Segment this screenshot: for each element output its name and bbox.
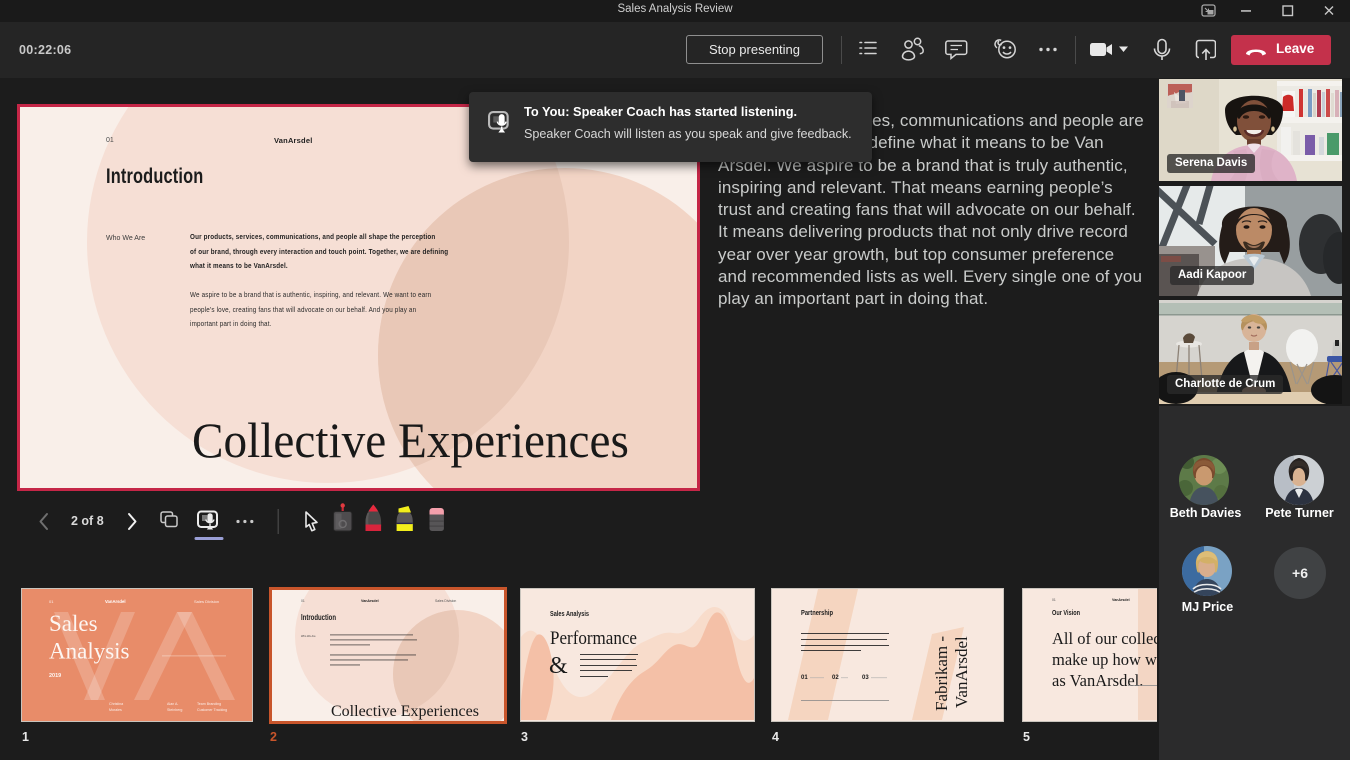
svg-text:Morales: Morales: [109, 708, 122, 712]
svg-text:Christina: Christina: [109, 702, 123, 706]
svg-text:Analysis: Analysis: [49, 639, 130, 664]
svg-text:+6: +6: [1292, 565, 1308, 581]
svg-text:Our Vision: Our Vision: [1052, 608, 1080, 617]
svg-text:Sales Analysis: Sales Analysis: [550, 609, 589, 618]
svg-text:Alan A.: Alan A.: [167, 702, 178, 706]
svg-text:03: 03: [862, 675, 869, 681]
svg-text:as VanArsdel.: as VanArsdel.: [1052, 671, 1143, 690]
svg-text:Sales: Sales: [49, 611, 98, 636]
svg-text:Collective Experiences: Collective Experiences: [331, 703, 479, 720]
svg-text:Performance: Performance: [550, 629, 637, 649]
svg-text:&: &: [549, 653, 568, 679]
svg-text:Sales Division: Sales Division: [435, 599, 456, 603]
svg-text:VanArsdel: VanArsdel: [105, 599, 125, 604]
svg-text:01: 01: [49, 599, 54, 604]
svg-text:02: 02: [832, 675, 839, 681]
svg-text:VanArsdel: VanArsdel: [361, 599, 379, 603]
svg-text:Partnership: Partnership: [801, 608, 833, 617]
svg-text:01: 01: [801, 675, 808, 681]
svg-text:Steinberg: Steinberg: [167, 708, 182, 712]
svg-text:VanArsdel: VanArsdel: [1112, 598, 1130, 602]
svg-text:VanArsdel: VanArsdel: [952, 636, 971, 708]
svg-text:Fabrikam -: Fabrikam -: [932, 636, 951, 711]
svg-text:Sales Division: Sales Division: [194, 599, 219, 604]
svg-text:Team Branding: Team Branding: [197, 702, 221, 706]
svg-text:01: 01: [301, 599, 305, 603]
svg-text:Introduction: Introduction: [301, 613, 336, 622]
svg-text:All of our collective: All of our collective: [1052, 629, 1157, 648]
svg-text:2019: 2019: [49, 673, 61, 679]
svg-text:Who We Are: Who We Are: [301, 634, 316, 638]
svg-text:make up how we co: make up how we co: [1052, 650, 1157, 669]
svg-text:01: 01: [1052, 598, 1056, 602]
svg-text:Customer Tracking: Customer Tracking: [197, 708, 227, 712]
